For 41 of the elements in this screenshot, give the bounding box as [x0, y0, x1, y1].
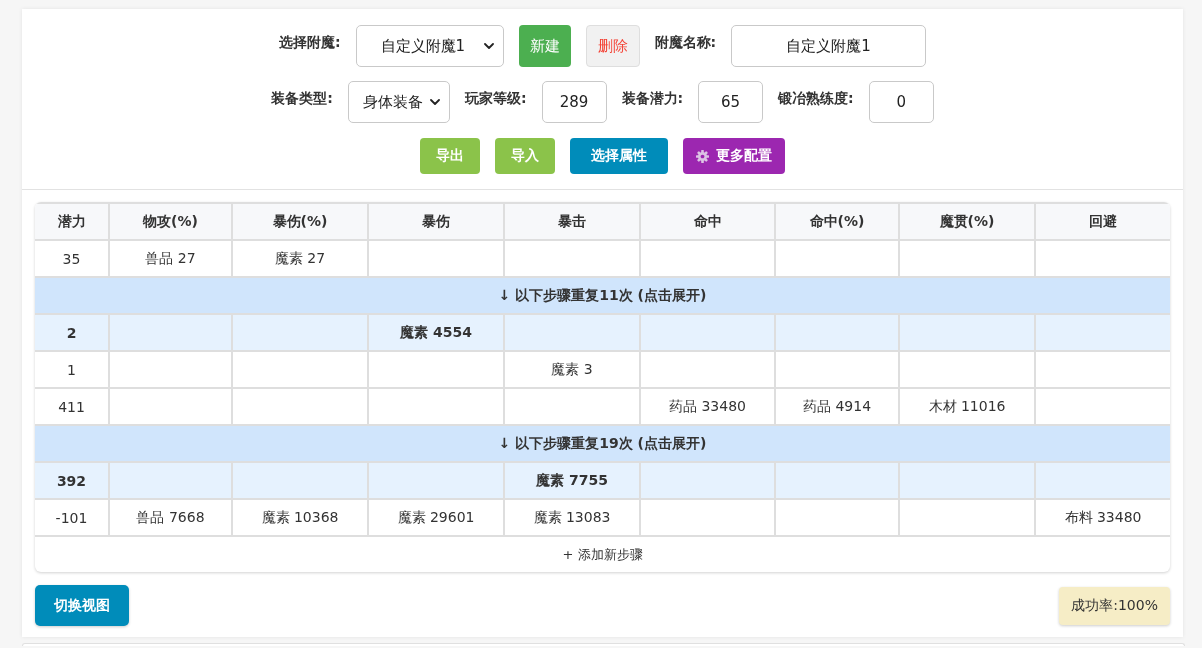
- column-header: 物攻(%): [109, 203, 232, 240]
- name-input[interactable]: 自定义附魔1: [731, 25, 927, 67]
- summary-cell: 魔素 7755: [504, 462, 640, 499]
- chevron-down-icon: [483, 43, 494, 49]
- column-header: 回避: [1035, 203, 1170, 240]
- repeat-group-toggle[interactable]: ↓ 以下步骤重复11次 (点击展开): [35, 277, 1170, 314]
- field-label: 装备类型:: [271, 90, 333, 108]
- table-cell: -101: [35, 499, 109, 536]
- column-header: 暴伤(%): [232, 203, 368, 240]
- enchant-select[interactable]: 自定义附魔1: [355, 25, 504, 67]
- add-step-button[interactable]: + 添加新步骤: [35, 536, 1170, 572]
- field-label: 锻冶熟练度:: [778, 90, 854, 108]
- success-rate-badge: 成功率:100%: [1059, 586, 1170, 625]
- dropdown-select[interactable]: 身体装备: [347, 81, 450, 123]
- field-label: 玩家等级:: [464, 90, 527, 108]
- action-button[interactable]: 选择属性: [570, 138, 668, 174]
- toggle-view-button[interactable]: 切换视图: [35, 585, 129, 626]
- action-button[interactable]: 更多配置: [683, 138, 785, 174]
- summary-cell: 魔素 4554: [368, 314, 504, 351]
- table-cell: 魔素 29601: [368, 499, 504, 536]
- field-label: 装备潜力:: [621, 90, 684, 108]
- column-header: 魔贯(%): [899, 203, 1035, 240]
- chevron-down-icon: [429, 99, 440, 105]
- repeat-group-toggle[interactable]: ↓ 以下步骤重复19次 (点击展开): [35, 425, 1170, 462]
- table-cell: 魔素 10368: [232, 499, 368, 536]
- number-input[interactable]: 65: [698, 81, 764, 123]
- table-cell: 魔素 3: [504, 351, 640, 388]
- number-input[interactable]: 0: [868, 81, 934, 123]
- column-header: 暴伤: [368, 203, 504, 240]
- table-cell: 兽品 7668: [109, 499, 232, 536]
- summary-cell: 392: [35, 462, 109, 499]
- column-header: 命中(%): [775, 203, 899, 240]
- field-label: 附魔名称:: [654, 34, 717, 52]
- number-input[interactable]: 289: [541, 81, 607, 123]
- table-cell: 1: [35, 351, 109, 388]
- field-label: 选择附魔:: [278, 34, 341, 52]
- column-header: 潜力: [35, 203, 109, 240]
- column-header: 命中: [640, 203, 775, 240]
- table-cell: 魔素 13083: [504, 499, 640, 536]
- column-header: 暴击: [504, 203, 640, 240]
- summary-cell: 2: [35, 314, 109, 351]
